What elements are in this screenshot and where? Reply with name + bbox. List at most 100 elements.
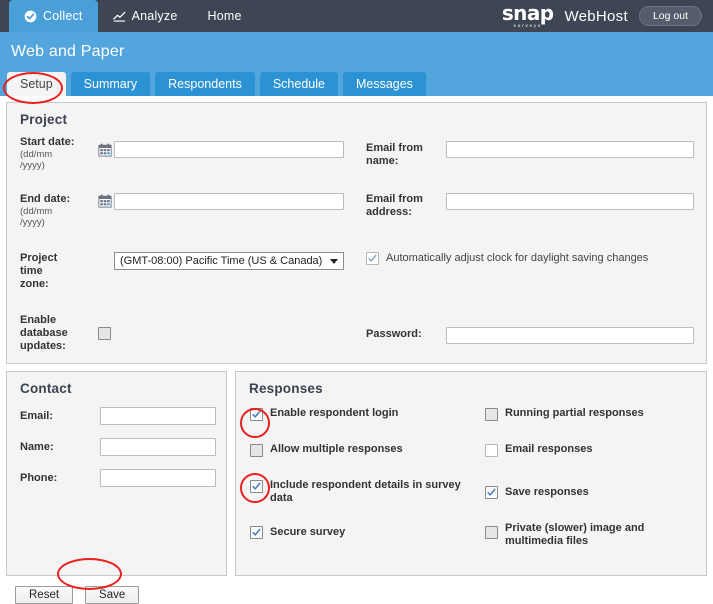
contact-panel-title: Contact: [20, 381, 72, 396]
start-date-input[interactable]: [114, 141, 344, 158]
running-partial-responses-label: Running partial responses: [505, 407, 644, 419]
password-input[interactable]: [446, 327, 694, 344]
email-from-address-label-2: address:: [366, 206, 412, 218]
grid-spacer: [20, 228, 98, 252]
topnav-item-collect[interactable]: Collect: [9, 0, 98, 32]
end-date-hint-2: /yyyy): [20, 217, 45, 228]
secure-survey-label: Secure survey: [270, 526, 346, 538]
time-zone-label-1: Project: [20, 252, 58, 264]
include-respondent-details-label: Include respondent details in survey dat…: [270, 479, 461, 504]
daylight-saving-checkbox[interactable]: [366, 252, 379, 265]
end-date-hint-1: (dd/mm: [20, 206, 53, 217]
grid-spacer: [366, 171, 446, 193]
time-zone-select[interactable]: (GMT-08:00) Pacific Time (US & Canada): [114, 252, 344, 270]
bottom-panels-row: Contact Email: Name: Phone: Responses En…: [6, 371, 707, 576]
include-respondent-details-checkbox[interactable]: [250, 480, 263, 493]
start-date-label-group: Start date: (dd/mm /yyyy): [20, 136, 98, 171]
checkmark-icon: [487, 488, 496, 496]
contact-name-input[interactable]: [100, 438, 216, 456]
product-name: WebHost: [564, 7, 628, 25]
snap-surveys-logo: snap surveys: [502, 3, 554, 29]
contact-panel: Contact Email: Name: Phone:: [6, 371, 227, 576]
allow-multiple-responses-checkbox[interactable]: [250, 444, 263, 457]
logo-wordmark: snap: [501, 1, 554, 26]
tab-schedule-label: Schedule: [272, 77, 325, 91]
contact-phone-label: Phone:: [20, 471, 58, 484]
start-date-hint-2: /yyyy): [20, 160, 45, 171]
topnav-item-analyze[interactable]: Analyze: [98, 0, 193, 32]
responses-panel: Responses Enable respondent login Runnin…: [235, 371, 707, 576]
time-zone-selected-value: (GMT-08:00) Pacific Time (US & Canada): [120, 255, 323, 267]
topnav-label-home: Home: [207, 9, 242, 23]
logo-subtext: surveys: [513, 23, 542, 29]
grid-spacer: [446, 171, 698, 193]
tab-schedule[interactable]: Schedule: [259, 72, 338, 96]
page-title: Web and Paper: [11, 43, 125, 60]
contact-fields-grid: Email: Name: Phone:: [7, 405, 226, 505]
tab-respondents[interactable]: Respondents: [155, 72, 255, 96]
tab-strip: Setup Summary Respondents Schedule Messa…: [7, 72, 426, 96]
end-date-label-group: End date: (dd/mm /yyyy): [20, 193, 98, 228]
password-label: Password:: [366, 328, 422, 340]
email-from-name-label-group: Email from name:: [366, 136, 446, 168]
save-responses-label: Save responses: [505, 486, 589, 498]
email-from-address-label-1: Email from: [366, 193, 423, 205]
email-from-name-label-2: name:: [366, 155, 399, 167]
enable-database-label-3: updates:: [20, 340, 66, 352]
project-fields-grid: Start date: (dd/mm /yyyy) Email from nam…: [7, 136, 706, 363]
email-from-name-label-1: Email from: [366, 142, 423, 154]
page-header-band: Web and Paper Setup Summary Respondents …: [0, 32, 713, 96]
enable-database-label-1: Enable: [20, 314, 57, 326]
enable-database-label-group: Enable database updates:: [20, 314, 98, 353]
tab-messages-label: Messages: [355, 77, 413, 91]
tab-setup-label: Setup: [20, 77, 53, 91]
topnav-item-home[interactable]: Home: [192, 0, 256, 32]
grid-spacer: [20, 171, 98, 193]
time-zone-label-group: Project time zone:: [20, 252, 98, 291]
checkmark-icon: [252, 482, 261, 490]
save-button[interactable]: Save: [85, 586, 140, 604]
tab-summary-label: Summary: [83, 77, 138, 91]
grid-spacer: [98, 171, 114, 193]
start-date-calendar-button[interactable]: [98, 136, 114, 157]
checkmark-icon: [368, 254, 377, 262]
enable-database-updates-checkbox[interactable]: [98, 327, 111, 340]
end-date-calendar-button[interactable]: [98, 193, 114, 208]
main-content: Project Start date: (dd/mm /yyyy) Email …: [0, 96, 713, 604]
running-partial-responses-checkbox[interactable]: [485, 408, 498, 421]
topbar-right-group: snap surveys WebHost Log out: [502, 0, 713, 32]
chart-icon: [112, 10, 126, 23]
check-circle-icon: [24, 10, 37, 23]
checkmark-icon: [252, 410, 261, 418]
chevron-down-icon: [330, 258, 338, 264]
daylight-saving-label: Automatically adjust clock for daylight …: [386, 252, 649, 264]
private-media-label: Private (slower) image and multimedia fi…: [505, 522, 645, 547]
enable-respondent-login-checkbox[interactable]: [250, 408, 263, 421]
end-date-label: End date:: [20, 193, 71, 205]
topnav-label-collect: Collect: [43, 9, 83, 23]
save-responses-checkbox[interactable]: [485, 486, 498, 499]
time-zone-label-2: time: [20, 265, 43, 277]
calendar-icon: [98, 194, 112, 208]
calendar-icon: [98, 143, 112, 157]
grid-spacer: [114, 171, 366, 193]
secure-survey-checkbox[interactable]: [250, 526, 263, 539]
tab-respondents-label: Respondents: [168, 77, 242, 91]
email-from-name-input[interactable]: [446, 141, 694, 158]
contact-email-label: Email:: [20, 409, 54, 422]
responses-panel-title: Responses: [249, 381, 323, 396]
start-date-hint-1: (dd/mm: [20, 149, 53, 160]
tab-setup[interactable]: Setup: [7, 72, 66, 96]
contact-phone-input[interactable]: [100, 469, 216, 487]
email-from-address-label-group: Email from address:: [366, 193, 446, 219]
end-date-input[interactable]: [114, 193, 344, 210]
tab-messages[interactable]: Messages: [342, 72, 426, 96]
email-responses-label: Email responses: [505, 443, 593, 455]
reset-button[interactable]: Reset: [15, 586, 74, 604]
email-responses-checkbox[interactable]: [485, 444, 498, 457]
private-media-checkbox[interactable]: [485, 526, 498, 539]
email-from-address-input[interactable]: [446, 193, 694, 210]
tab-summary[interactable]: Summary: [70, 72, 151, 96]
logout-button[interactable]: Log out: [638, 6, 702, 26]
contact-email-input[interactable]: [100, 407, 216, 425]
